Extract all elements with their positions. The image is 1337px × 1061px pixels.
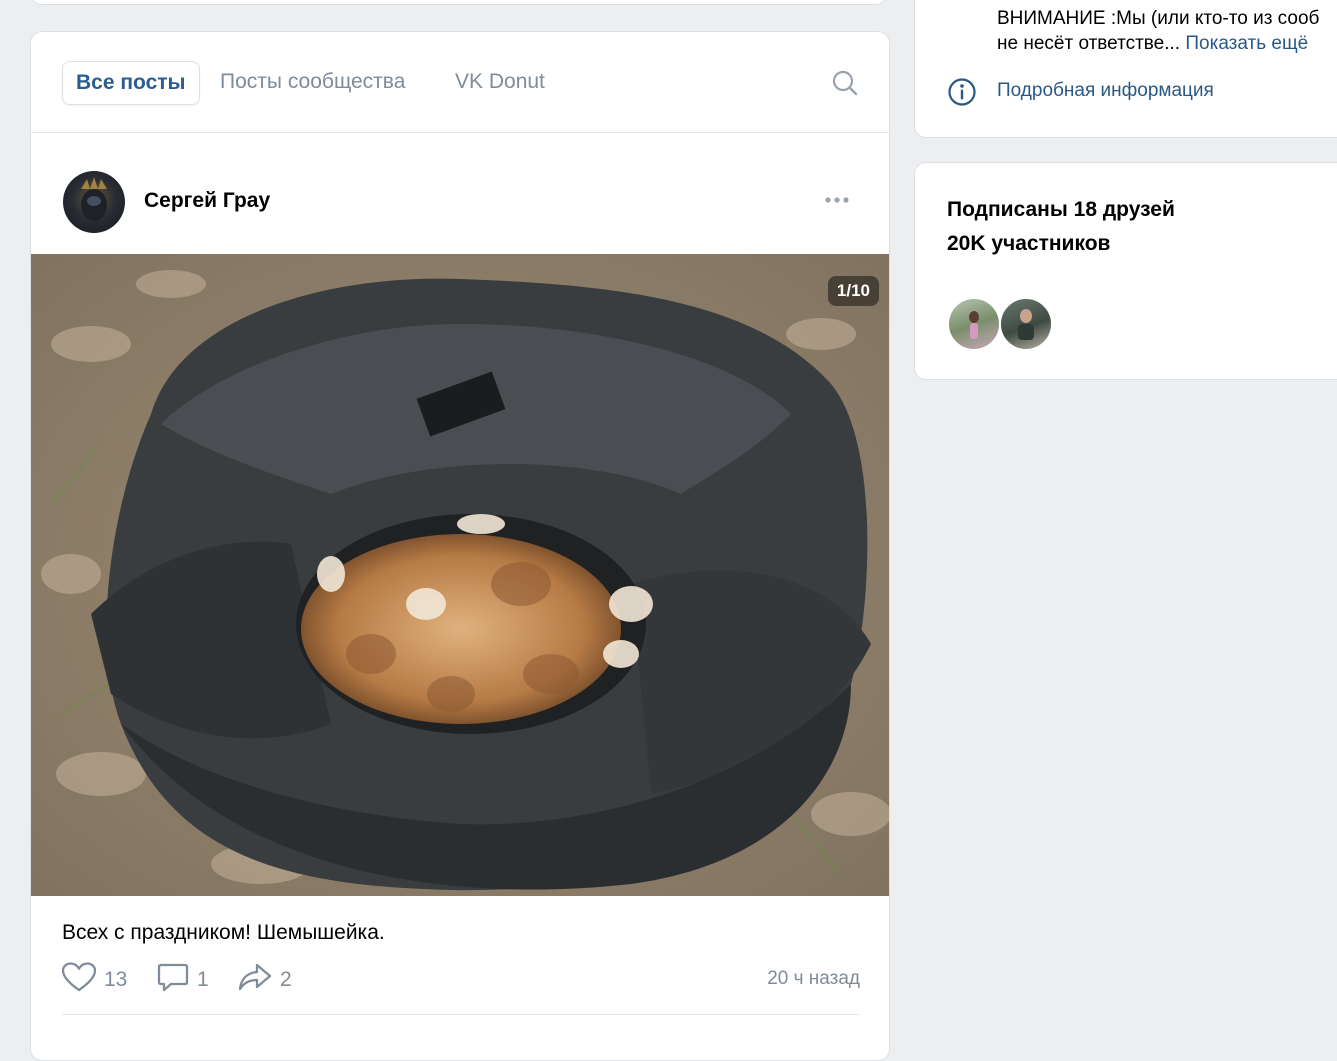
tab-all-posts[interactable]: Все посты [62, 61, 200, 105]
show-more-link[interactable]: Показать ещё [1185, 33, 1308, 54]
avatar[interactable] [63, 171, 125, 233]
more-info-link[interactable]: Подробная информация [997, 80, 1214, 102]
previous-card [30, 0, 888, 5]
share-count: 2 [280, 968, 292, 991]
friends-subscribed[interactable]: Подписаны 18 друзей [947, 198, 1175, 222]
share-icon [238, 962, 280, 998]
comment-icon [157, 962, 197, 998]
post-actions: 13 1 2 20 ч назад [61, 962, 860, 998]
heart-icon [61, 962, 104, 998]
tab-community-posts[interactable]: Посты сообщества [207, 61, 418, 103]
members-count[interactable]: 20K участников [947, 232, 1110, 256]
wall-feed: Все посты Посты сообщества VK Donut Серг… [30, 31, 890, 1061]
description-line-1: ВНИМАНИЕ :Мы (или кто-то из сооб [997, 8, 1320, 29]
post-photo[interactable]: 1/10 [31, 254, 889, 896]
share-button[interactable]: 2 [238, 962, 292, 998]
search-icon[interactable] [831, 69, 859, 97]
post-header: Сергей Грау [31, 132, 889, 254]
comment-count: 1 [197, 968, 209, 991]
members-card: Подписаны 18 друзей 20K участников [914, 162, 1337, 380]
friend-avatar[interactable] [999, 297, 1053, 351]
more-dots-icon[interactable] [823, 190, 853, 210]
photo-counter: 1/10 [827, 276, 879, 306]
like-button[interactable]: 13 [61, 962, 128, 998]
post-timestamp[interactable]: 20 ч назад [767, 968, 860, 990]
description-text: не несёт ответстве... [997, 33, 1181, 54]
like-count: 13 [104, 968, 128, 991]
description-line-2: не несёт ответстве... Показать ещё [997, 31, 1337, 56]
wall-tabs: Все посты Посты сообщества VK Donut [31, 32, 889, 133]
friend-avatar[interactable] [947, 297, 1001, 351]
post-author[interactable]: Сергей Грау [144, 189, 270, 213]
tab-vk-donut[interactable]: VK Donut [442, 61, 558, 103]
community-description: ВНИМАНИЕ :Мы (или кто-то из сооб не несё… [997, 6, 1337, 56]
comment-button[interactable]: 1 [157, 962, 209, 998]
post-divider [62, 1014, 860, 1015]
post-text: Всех с праздником! Шемышейка. [62, 921, 385, 944]
info-icon [947, 77, 977, 107]
community-info-card: ВНИМАНИЕ :Мы (или кто-то из сооб не несё… [914, 0, 1337, 138]
